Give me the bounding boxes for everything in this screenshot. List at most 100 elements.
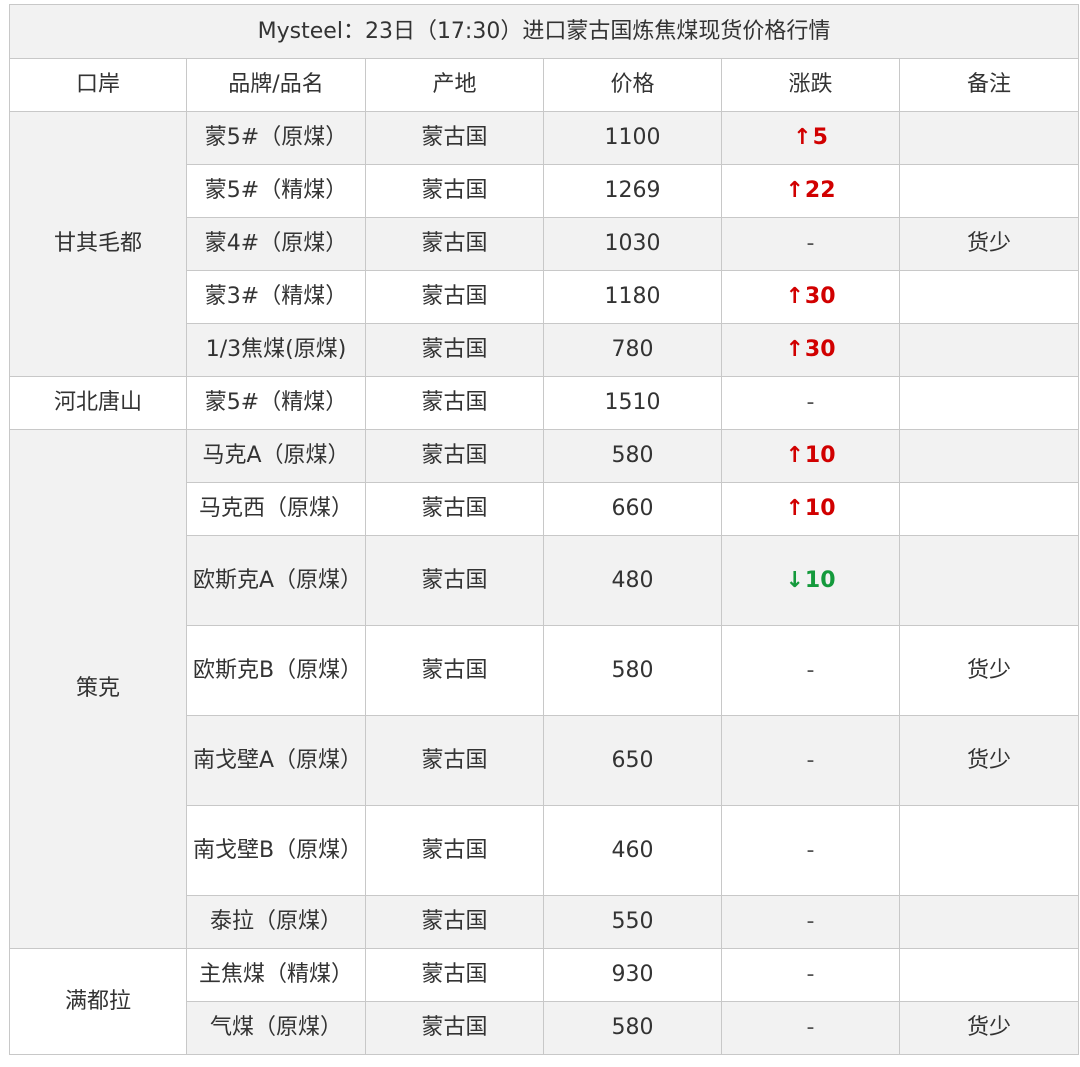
change-value: 30 [804, 337, 836, 362]
change-up: ↑30 [785, 284, 835, 309]
remark-cell: 货少 [898, 625, 1080, 716]
port-cell: 策克 [9, 429, 187, 949]
remark-cell [898, 323, 1080, 377]
table-row: 满都拉 主焦煤（精煤） 蒙古国 930 - [9, 948, 1080, 1055]
remark-cell [898, 482, 1080, 536]
price-cell: 780 [543, 323, 722, 377]
brand-cell: 气煤（原煤） [186, 1001, 366, 1055]
price-cell: 1030 [543, 217, 722, 271]
change-value: 10 [804, 496, 836, 521]
remark-cell [898, 895, 1080, 949]
origin-cell: 蒙古国 [365, 482, 544, 536]
price-cell: 1100 [543, 111, 722, 165]
change-up: ↑5 [793, 125, 828, 150]
change-value: - [806, 657, 815, 683]
remark-cell [898, 164, 1080, 218]
brand-cell: 马克西（原煤） [186, 482, 366, 536]
price-cell: 1510 [543, 376, 722, 430]
arrow-up-icon: ↑ [785, 284, 804, 309]
title-row: Mysteel：23日（17:30）进口蒙古国炼焦煤现货价格行情 [8, 4, 1080, 59]
brand-cell: 南戈壁A（原煤） [186, 715, 366, 806]
price-cell: 460 [543, 805, 722, 896]
change-cell: - [721, 805, 900, 896]
price-cell: 650 [543, 715, 722, 806]
price-cell: 550 [543, 895, 722, 949]
port-cell: 河北唐山 [9, 376, 187, 430]
arrow-up-icon: ↑ [785, 178, 804, 203]
change-cell: - [721, 948, 900, 1002]
remark-cell: 货少 [898, 715, 1080, 806]
change-cell: - [721, 1001, 900, 1055]
remark-cell [898, 948, 1080, 1002]
brand-cell: 马克A（原煤） [186, 429, 366, 483]
brand-cell: 南戈壁B（原煤） [186, 805, 366, 896]
price-table: Mysteel：23日（17:30）进口蒙古国炼焦煤现货价格行情 口岸 品牌/品… [8, 4, 1080, 1055]
brand-cell: 蒙5#（原煤） [186, 111, 366, 165]
remark-cell [898, 376, 1080, 430]
origin-cell: 蒙古国 [365, 111, 544, 165]
port-cell: 满都拉 [9, 948, 187, 1055]
remark-cell: 货少 [898, 217, 1080, 271]
remark-cell [898, 270, 1080, 324]
change-cell: ↑22 [721, 164, 900, 218]
origin-cell: 蒙古国 [365, 715, 544, 806]
port-cell: 甘其毛都 [9, 111, 187, 377]
change-cell: - [721, 625, 900, 716]
change-value: 22 [804, 178, 836, 203]
arrow-down-icon: ↓ [785, 567, 804, 593]
brand-cell: 蒙5#（精煤） [186, 164, 366, 218]
arrow-up-icon: ↑ [793, 125, 812, 150]
change-value: 30 [804, 284, 836, 309]
table-body: 甘其毛都 蒙5#（原煤） 蒙古国 1100 ↑5 蒙5#（精煤） 蒙古国 1269 ↑22 蒙4#… [9, 111, 1080, 1055]
brand-cell: 蒙5#（精煤） [186, 376, 366, 430]
price-cell: 480 [543, 535, 722, 626]
header-brand: 品牌/品名 [186, 58, 366, 112]
change-cell: ↑30 [721, 323, 900, 377]
change-up: ↑22 [785, 178, 835, 203]
remark-cell: 货少 [898, 1001, 1080, 1055]
table-row: 策克 马克A（原煤） 蒙古国 580 ↑10 [9, 429, 1080, 949]
brand-cell: 泰拉（原煤） [186, 895, 366, 949]
change-cell: ↑30 [721, 270, 900, 324]
change-cell: - [721, 895, 900, 949]
header-price: 价格 [543, 58, 722, 112]
table-title: Mysteel：23日（17:30）进口蒙古国炼焦煤现货价格行情 [8, 4, 1080, 59]
change-cell: ↑10 [721, 429, 900, 483]
origin-cell: 蒙古国 [365, 217, 544, 271]
change-up: ↑10 [785, 443, 835, 468]
origin-cell: 蒙古国 [365, 1001, 544, 1055]
brand-cell: 蒙3#（精煤） [186, 270, 366, 324]
remark-cell [898, 111, 1080, 165]
header-remark: 备注 [898, 58, 1080, 112]
origin-cell: 蒙古国 [365, 270, 544, 324]
brand-cell: 欧斯克A（原煤） [186, 535, 366, 626]
change-value: - [806, 231, 815, 256]
change-cell: ↓10 [721, 535, 900, 626]
price-cell: 1269 [543, 164, 722, 218]
brand-cell: 欧斯克B（原煤） [186, 625, 366, 716]
price-cell: 580 [543, 429, 722, 483]
change-cell: - [721, 376, 900, 430]
origin-cell: 蒙古国 [365, 164, 544, 218]
change-cell: - [721, 217, 900, 271]
brand-cell: 1/3焦煤(原煤) [186, 323, 366, 377]
arrow-up-icon: ↑ [785, 443, 804, 468]
origin-cell: 蒙古国 [365, 376, 544, 430]
change-value: - [806, 747, 815, 773]
arrow-up-icon: ↑ [785, 496, 804, 521]
remark-cell [898, 535, 1080, 626]
change-cell: - [721, 715, 900, 806]
price-cell: 580 [543, 1001, 722, 1055]
remark-cell [898, 805, 1080, 896]
origin-cell: 蒙古国 [365, 895, 544, 949]
remark-cell [898, 429, 1080, 483]
header-origin: 产地 [365, 58, 544, 112]
origin-cell: 蒙古国 [365, 805, 544, 896]
change-value: - [806, 1015, 815, 1040]
change-value: 10 [804, 567, 836, 593]
header-port: 口岸 [9, 58, 187, 112]
change-up: ↑10 [785, 496, 835, 521]
change-value: - [806, 390, 815, 415]
table-row: 河北唐山 蒙5#（精煤） 蒙古国 1510 - [9, 376, 1080, 430]
change-up: ↑30 [785, 337, 835, 362]
